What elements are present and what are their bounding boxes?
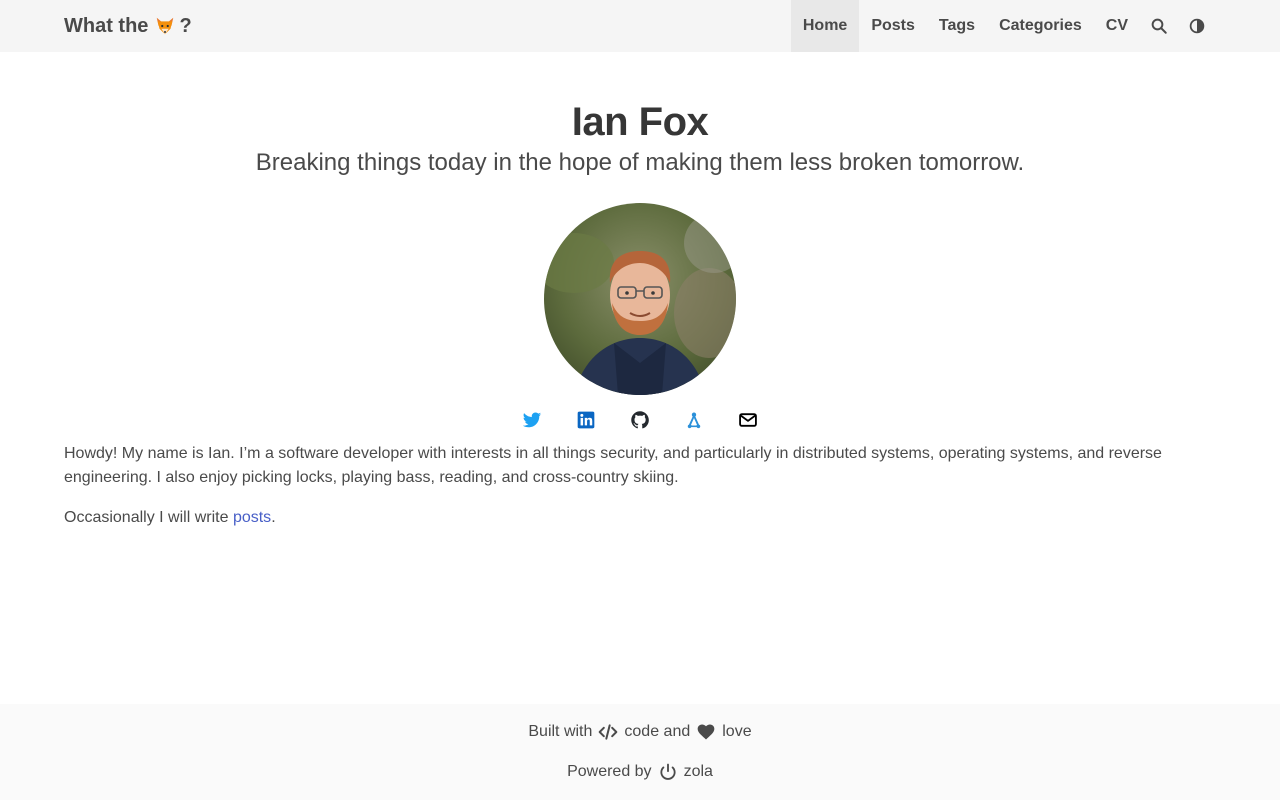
email-icon xyxy=(739,413,757,427)
twitter-link[interactable] xyxy=(521,409,543,431)
navbar: What the ? Home Posts Tags Categories CV xyxy=(0,0,1280,52)
email-link[interactable] xyxy=(737,409,759,431)
avatar xyxy=(544,203,736,395)
mastodon-icon xyxy=(687,412,701,429)
built-with-text: Built with xyxy=(528,723,593,740)
avatar-photo xyxy=(544,203,736,395)
period-text: . xyxy=(271,509,276,526)
search-icon xyxy=(1151,18,1167,34)
posts-link[interactable]: posts xyxy=(233,509,271,526)
theme-toggle-button[interactable] xyxy=(1178,0,1216,52)
occasionally-text: Occasionally I will write xyxy=(64,509,229,526)
page-title: Ian Fox xyxy=(571,100,709,144)
footer-built-with: Built with code and love xyxy=(0,720,1280,744)
intro-paragraph: Howdy! My name is Ian. I’m a software de… xyxy=(64,445,1162,486)
twitter-icon xyxy=(522,412,542,428)
nav-item-home[interactable]: Home xyxy=(790,0,860,52)
linkedin-link[interactable] xyxy=(575,409,597,431)
nav-item-posts[interactable]: Posts xyxy=(859,0,927,52)
nav-item-categories[interactable]: Categories xyxy=(987,0,1094,52)
footer-powered-by: Powered by zola xyxy=(0,760,1280,784)
code-text: code and xyxy=(624,723,691,740)
site-brand-link[interactable]: What the ? xyxy=(64,0,192,52)
code-icon xyxy=(599,724,618,740)
power-icon xyxy=(660,763,676,780)
nav-item-cv[interactable]: CV xyxy=(1094,0,1140,52)
github-icon xyxy=(631,411,649,429)
github-link[interactable] xyxy=(629,409,651,431)
linkedin-icon xyxy=(577,411,595,429)
footer: Built with code and love Powered by zola xyxy=(0,704,1280,800)
posts-paragraph: Occasionally I will write posts. xyxy=(64,506,1216,530)
love-text: love xyxy=(722,723,752,740)
nav-item-tags[interactable]: Tags xyxy=(927,0,987,52)
fox-emoji-icon xyxy=(157,17,174,35)
social-links xyxy=(0,408,1280,432)
nav-menu: Home Posts Tags Categories CV xyxy=(790,0,1216,52)
brand-suffix: ? xyxy=(179,14,192,37)
heart-icon xyxy=(697,724,715,740)
page-subtitle: Breaking things today in the hope of mak… xyxy=(255,149,1025,176)
zola-link[interactable]: zola xyxy=(684,763,713,781)
theme-toggle-icon xyxy=(1189,18,1205,34)
search-button[interactable] xyxy=(1140,0,1178,52)
main-content: Howdy! My name is Ian. I’m a software de… xyxy=(64,442,1216,546)
mastodon-link[interactable] xyxy=(683,409,705,431)
brand-prefix: What the xyxy=(64,14,149,37)
hero: Ian Fox Breaking things today in the hop… xyxy=(0,52,1280,178)
powered-by-text: Powered by xyxy=(567,763,652,780)
